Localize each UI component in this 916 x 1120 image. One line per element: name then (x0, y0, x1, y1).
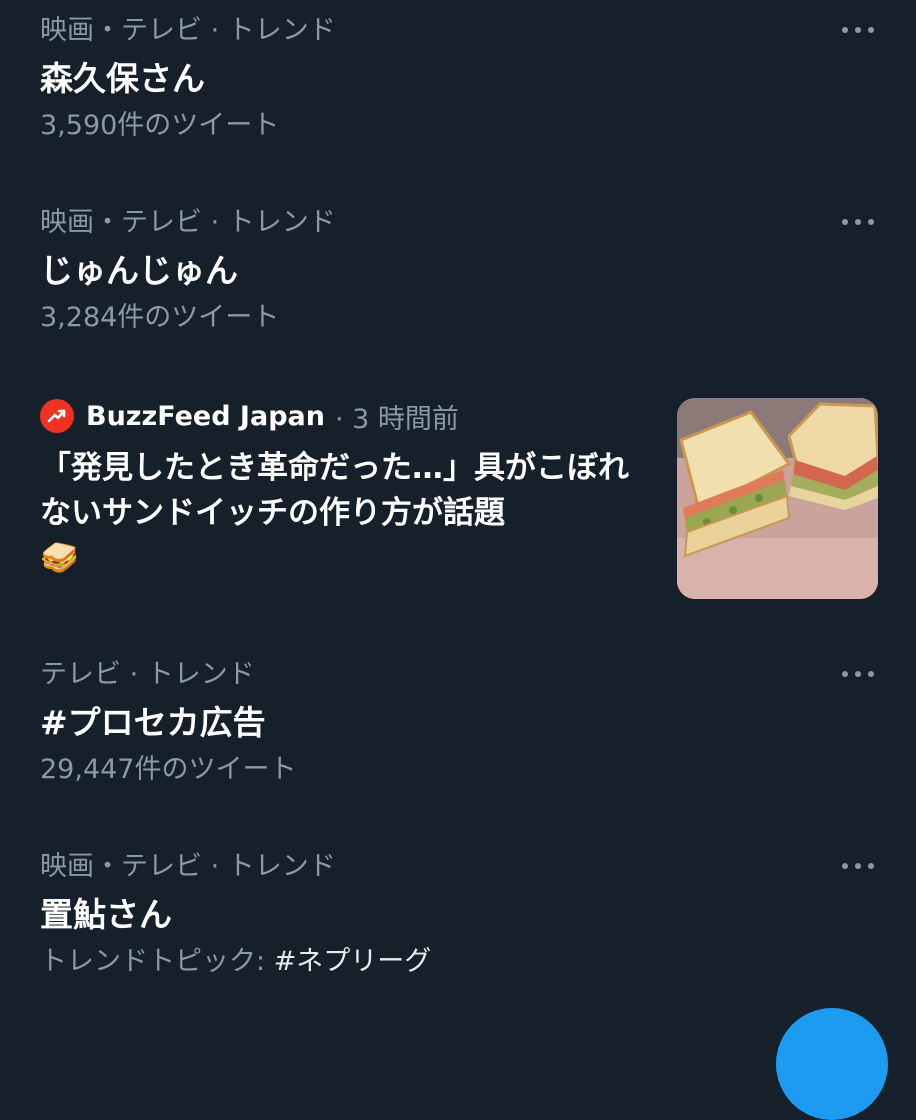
trend-item[interactable]: 映画・テレビ · トレンド じゅんじゅん 3,284件のツイート (0, 206, 916, 333)
more-options-icon[interactable] (840, 854, 876, 878)
source-name: BuzzFeed Japan (86, 400, 325, 432)
trend-context: テレビ · トレンド (40, 659, 255, 690)
trend-title: じゅんじゅん (40, 251, 238, 290)
news-time: · 3 時間前 (334, 403, 459, 435)
news-item[interactable]: BuzzFeed Japan · 3 時間前 「発見したとき革命だった…」具がこ… (0, 396, 916, 602)
trend-item[interactable]: 映画・テレビ · トレンド 森久保さん 3,590件のツイート (0, 14, 916, 141)
headline-text: 「発見したとき革命だった…」具がこぼれないサンドイッチの作り方が話題 (40, 450, 629, 531)
trend-tweet-count: 3,284件のツイート (40, 302, 280, 333)
trend-title: 置鮎さん (40, 895, 172, 934)
more-options-icon[interactable] (840, 210, 876, 234)
trend-context: 映画・テレビ · トレンド (40, 15, 336, 46)
trend-context: 映画・テレビ · トレンド (40, 207, 336, 238)
trend-topic-prefix: トレンドトピック: (40, 946, 274, 977)
trend-topic-link[interactable]: #ネプリーグ (274, 946, 432, 977)
trend-context: 映画・テレビ · トレンド (40, 851, 336, 882)
trend-title: 森久保さん (40, 59, 205, 98)
trend-title: #プロセカ広告 (40, 703, 266, 742)
trend-tweet-count: 3,590件のツイート (40, 110, 280, 141)
sandwich-photo[interactable] (677, 398, 878, 599)
sandwich-emoji: 🥪 (40, 540, 79, 576)
news-headline: 「発見したとき革命だった…」具がこぼれないサンドイッチの作り方が話題 🥪 (40, 446, 650, 581)
news-source: BuzzFeed Japan · 3 時間前 (40, 396, 459, 436)
compose-tweet-button[interactable] (776, 1008, 888, 1120)
more-options-icon[interactable] (840, 18, 876, 42)
trending-arrow-icon (40, 399, 74, 433)
trend-tweet-count: 29,447件のツイート (40, 754, 297, 785)
trend-topic: トレンドトピック: #ネプリーグ (40, 945, 431, 979)
trend-item[interactable]: テレビ · トレンド #プロセカ広告 29,447件のツイート (0, 658, 916, 785)
trend-item[interactable]: 映画・テレビ · トレンド 置鮎さん トレンドトピック: #ネプリーグ (0, 850, 916, 977)
more-options-icon[interactable] (840, 662, 876, 686)
